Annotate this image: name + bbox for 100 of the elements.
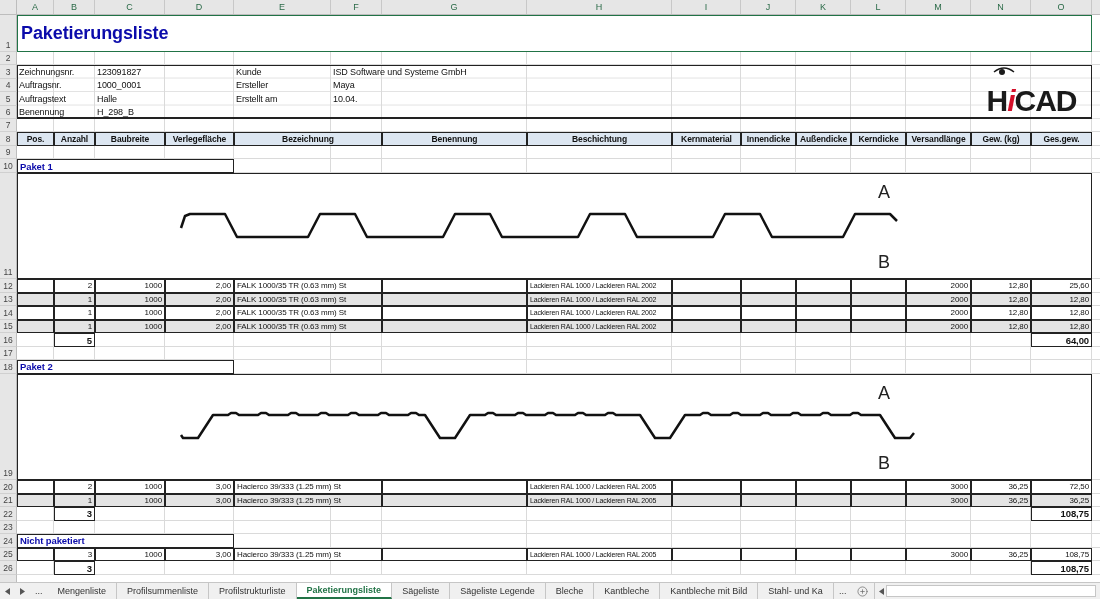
column-heading: Beschichtung: [527, 132, 672, 146]
column-header[interactable]: G: [382, 0, 527, 14]
side-label: B: [878, 452, 890, 473]
total-quantity-cell: 5: [54, 333, 95, 347]
column-heading: Baubreite: [95, 132, 165, 146]
sheet-tab[interactable]: Sägeliste Legende: [450, 583, 546, 599]
column-header[interactable]: I: [672, 0, 741, 14]
column-heading: Kernmaterial: [672, 132, 741, 146]
column-header[interactable]: D: [165, 0, 234, 14]
logo: HiCAD: [971, 65, 1092, 119]
column-heading: Anzahl: [54, 132, 95, 146]
info-value: Halle: [96, 92, 118, 106]
column-heading: Pos.: [17, 132, 54, 146]
info-value: H_298_B: [96, 106, 135, 119]
width-cell: 1000: [95, 306, 165, 320]
row-header[interactable]: 16: [0, 333, 17, 347]
sheet-tab[interactable]: Profilstrukturliste: [209, 583, 297, 599]
total-quantity-cell: 3: [54, 507, 95, 521]
row-header[interactable]: 19: [0, 373, 17, 480]
info-value: ISD Software und Systeme GmbH: [332, 65, 468, 79]
row-header[interactable]: 9: [0, 146, 17, 159]
sheet-tab[interactable]: Profilsummenliste: [117, 583, 210, 599]
length-cell: 2000: [906, 306, 971, 320]
info-value: Maya: [332, 79, 356, 92]
column-header[interactable]: F: [331, 0, 382, 14]
weight-cell: 12,80: [971, 279, 1031, 293]
width-cell: 1000: [95, 279, 165, 293]
info-label: Zeichnungsnr.: [18, 65, 76, 79]
column-header[interactable]: A: [17, 0, 54, 14]
area-cell: 2,00: [165, 306, 234, 320]
sheet-tab[interactable]: Mengenliste: [47, 583, 118, 599]
row-header[interactable]: 5: [0, 92, 17, 106]
sheet-tab[interactable]: Sägeliste: [392, 583, 451, 599]
column-heading: Außendicke: [796, 132, 851, 146]
length-cell: 2000: [906, 279, 971, 293]
column-heading: Versandlänge: [906, 132, 971, 146]
quantity-cell: 2: [54, 279, 95, 293]
designation-cell: FALK 1000/35 TR (0.63 mm) St: [234, 306, 382, 320]
column-heading: Kerndicke: [851, 132, 906, 146]
total-weight-cell: 64,00: [1031, 333, 1092, 347]
sheet-tab[interactable]: Kantbleche: [594, 583, 661, 599]
column-heading: Gew. (kg): [971, 132, 1031, 146]
column-heading: Bezeichnung: [234, 132, 382, 146]
side-label: B: [878, 252, 890, 272]
column-header[interactable]: O: [1031, 0, 1092, 14]
row-header[interactable]: 1: [0, 15, 17, 52]
info-label: Auftragstext: [18, 92, 67, 106]
total-weight-cell: 25,60: [1031, 279, 1092, 293]
info-label: Auftragsnr.: [18, 79, 63, 92]
column-header[interactable]: E: [234, 0, 331, 14]
total-weight-cell: 108,75: [1031, 507, 1092, 521]
sheet-tab[interactable]: Bleche: [545, 583, 595, 599]
row-header[interactable]: 11: [0, 173, 17, 279]
column-heading: Ges.gew.: [1031, 132, 1092, 146]
column-header[interactable]: M: [906, 0, 971, 14]
row-header[interactable]: 26: [0, 561, 17, 575]
row-header[interactable]: 3: [0, 65, 17, 79]
side-label: A: [878, 382, 890, 403]
column-heading: Verlegefläche: [165, 132, 234, 146]
column-header[interactable]: B: [54, 0, 95, 14]
more-tabs-button[interactable]: ...: [833, 583, 852, 599]
total-weight-cell: 108,75: [1031, 561, 1092, 575]
row-header[interactable]: 7: [0, 119, 17, 132]
sheet-title: Paketierungsliste: [17, 15, 1092, 52]
total-weight-cell: 12,80: [1031, 306, 1092, 320]
row-header[interactable]: 10: [0, 159, 17, 173]
add-sheet-icon[interactable]: [857, 585, 869, 597]
info-value: 1000_0001: [96, 79, 143, 92]
quantity-cell: 1: [54, 306, 95, 320]
column-header[interactable]: C: [95, 0, 165, 14]
designation-cell: FALK 1000/35 TR (0.63 mm) St: [234, 279, 382, 293]
info-value: 123091827: [96, 65, 143, 79]
horizontal-scrollbar[interactable]: [886, 585, 1096, 597]
info-label: Kunde: [235, 65, 263, 79]
package-heading: Paket 1: [17, 159, 234, 173]
row-header[interactable]: 14: [0, 306, 17, 320]
sheet-tab[interactable]: Paketierungsliste: [296, 583, 393, 599]
row-header[interactable]: 8: [0, 132, 17, 146]
info-label: Erstellt am: [235, 92, 279, 106]
info-label: Ersteller: [235, 79, 270, 92]
column-heading: Benennung: [382, 132, 527, 146]
sheet-tab[interactable]: Stahl- und Ka: [758, 583, 834, 599]
weight-cell: 12,80: [971, 306, 1031, 320]
row-header[interactable]: 2: [0, 52, 17, 65]
column-header[interactable]: J: [741, 0, 796, 14]
column-header[interactable]: H: [527, 0, 672, 14]
row-header[interactable]: 22: [0, 507, 17, 521]
caret-right-icon: [20, 587, 25, 595]
column-header[interactable]: K: [796, 0, 851, 14]
total-quantity-cell: 3: [54, 561, 95, 575]
row-header[interactable]: 12: [0, 279, 17, 293]
sheet-tab[interactable]: Kantbleche mit Bild: [660, 583, 759, 599]
caret-left-icon: [5, 587, 10, 595]
column-header[interactable]: N: [971, 0, 1031, 14]
info-label: Benennung: [18, 106, 66, 119]
column-heading: Innendicke: [741, 132, 796, 146]
info-value: 10.04.: [332, 92, 359, 106]
column-header[interactable]: L: [851, 0, 906, 14]
side-label: A: [878, 182, 890, 202]
more-tabs-button[interactable]: ...: [30, 583, 48, 599]
